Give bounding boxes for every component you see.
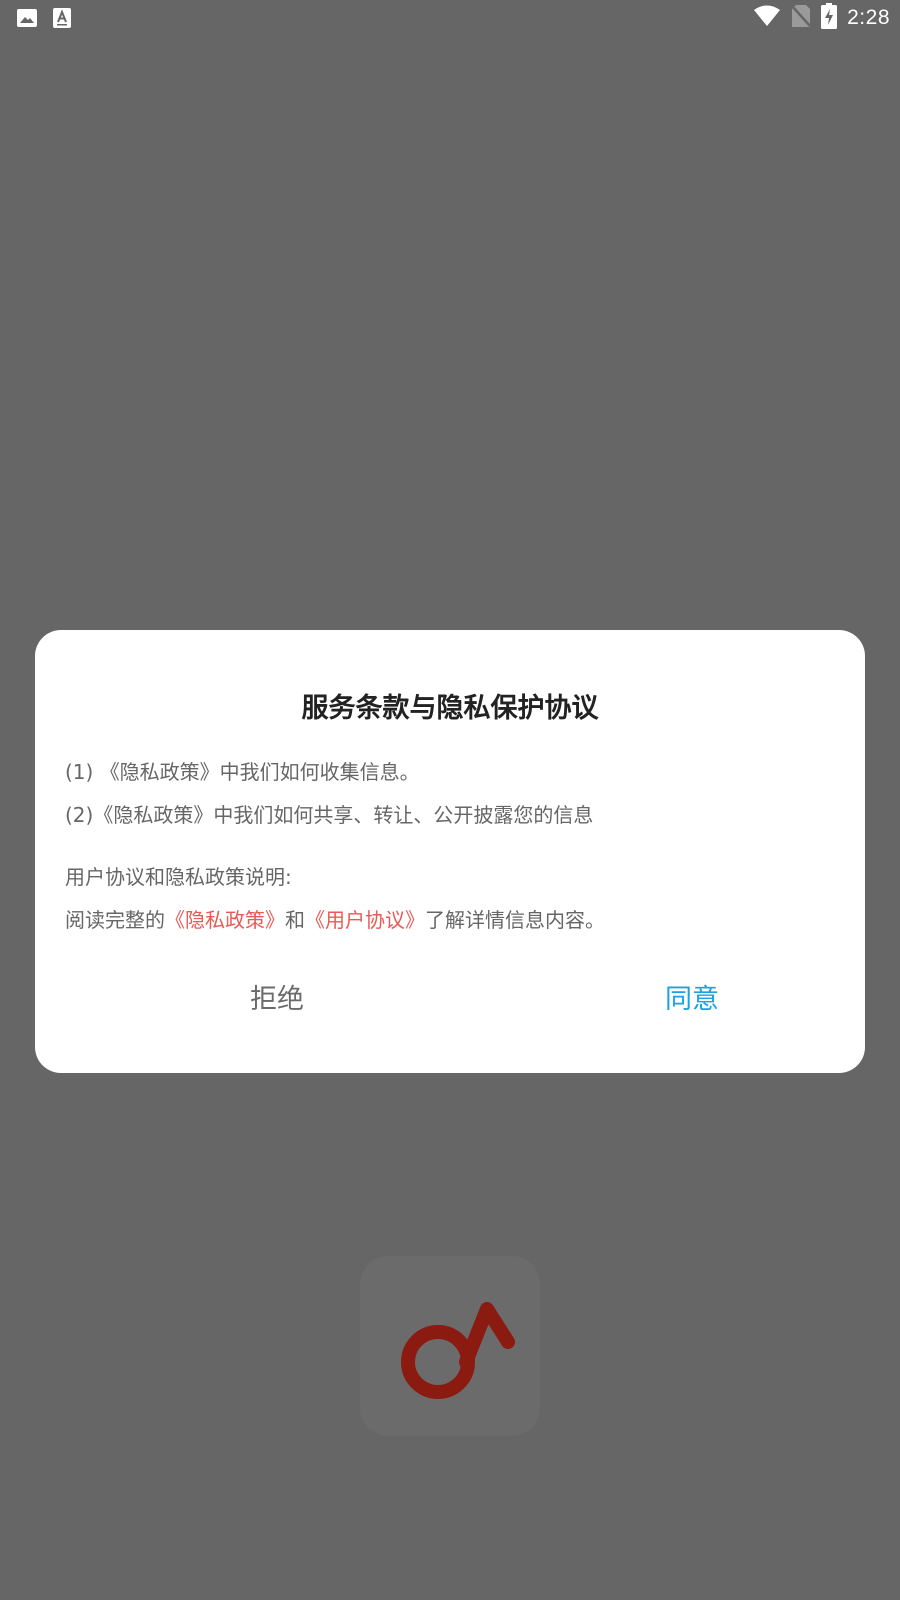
music-note-icon — [401, 1302, 515, 1399]
read-full-suffix: 了解详情信息内容。 — [425, 908, 605, 932]
status-time: 2:28 — [847, 6, 890, 29]
privacy-item-1: (1) 《隐私政策》中我们如何收集信息。 — [65, 760, 420, 784]
agree-button[interactable]: 同意 — [562, 975, 822, 1025]
privacy-policy-link[interactable]: 《隐私政策》 — [165, 908, 285, 932]
read-full-prefix: 阅读完整的 — [65, 908, 165, 932]
font-a-icon — [53, 8, 71, 32]
dialog-title: 服务条款与隐私保护协议 — [301, 693, 599, 724]
privacy-dialog: 服务条款与隐私保护协议 (1) 《隐私政策》中我们如何收集信息。 (2)《隐私政… — [35, 630, 865, 1073]
reject-button[interactable]: 拒绝 — [147, 975, 407, 1025]
image-icon — [16, 8, 38, 32]
user-agreement-link[interactable]: 《用户协议》 — [305, 908, 425, 932]
read-full-text: 阅读完整的《隐私政策》和《用户协议》了解详情信息内容。 — [65, 904, 605, 933]
no-sim-icon — [791, 4, 812, 32]
agreement-description-label: 用户协议和隐私政策说明: — [65, 865, 292, 889]
app-logo — [360, 1256, 540, 1436]
read-full-middle: 和 — [285, 908, 305, 932]
battery-charging-icon — [821, 3, 838, 33]
privacy-item-2: (2)《隐私政策》中我们如何共享、转让、公开披露您的信息 — [65, 803, 594, 827]
wifi-icon — [753, 5, 781, 31]
status-bar: 2:28 — [0, 0, 900, 36]
